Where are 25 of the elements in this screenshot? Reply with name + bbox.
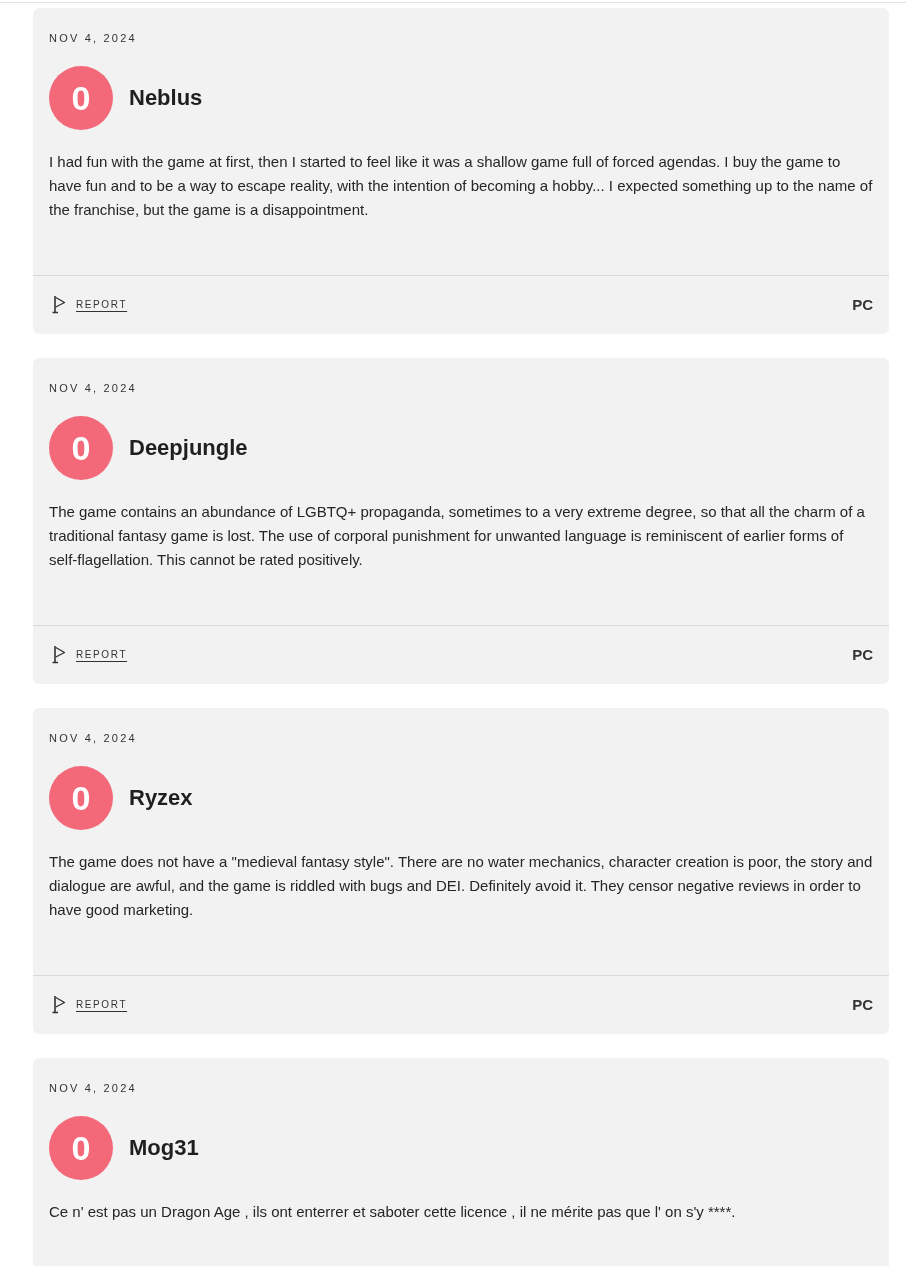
score-badge: 0 bbox=[49, 416, 113, 480]
reviewer-name[interactable]: Deepjungle bbox=[129, 435, 248, 461]
report-link[interactable]: REPORT bbox=[76, 649, 128, 660]
review-text: The game does not have a "medieval fantasy style". There are no water mechanics, character creation is poor, the story and dialogue are awful, and the game is riddled with bugs and DEI. Definitely avoid it. They censor negative reviews in order to have good marketing. bbox=[49, 852, 873, 920]
platform-label: PC bbox=[852, 996, 873, 1013]
flag-icon[interactable] bbox=[52, 295, 66, 314]
review-date: NOV 4, 2024 bbox=[49, 31, 137, 46]
review-text: I had fun with the game at first, then I started to feel like it was a shallow game full of forced agendas. I buy the game to have fun and to be a way to escape reality, with the intention of becoming a hobby... I expected something up to the name of the franchise, but the game is a disappointment. bbox=[49, 152, 873, 220]
review-date: NOV 4, 2024 bbox=[49, 381, 137, 396]
score-badge: 0 bbox=[49, 766, 113, 830]
review-date: NOV 4, 2024 bbox=[49, 731, 137, 746]
review-text: The game contains an abundance of LGBTQ+ propaganda, sometimes to a very extreme degree, so that all the charm of a traditional fantasy game is lost. The use of corporal punishment for unwanted language is reminiscent of earlier forms of self-flagellation. This cannot be rated positively. bbox=[49, 502, 866, 570]
reviewer-name[interactable]: Mog31 bbox=[129, 1135, 199, 1161]
review-text: Ce n' est pas un Dragon Age , ils ont enterrer et saboter cette licence , il ne mérite pas que l' on s'y ****. bbox=[49, 1202, 737, 1222]
report-link[interactable]: REPORT bbox=[76, 299, 128, 310]
platform-label: PC bbox=[852, 646, 873, 663]
score-badge: 0 bbox=[49, 1116, 113, 1180]
review-date: NOV 4, 2024 bbox=[49, 1081, 137, 1096]
flag-icon[interactable] bbox=[52, 995, 66, 1014]
flag-icon[interactable] bbox=[52, 645, 66, 664]
score-badge: 0 bbox=[49, 66, 113, 130]
platform-label: PC bbox=[852, 296, 873, 313]
reviewer-name[interactable]: Neblus bbox=[129, 85, 203, 111]
report-link[interactable]: REPORT bbox=[76, 999, 128, 1010]
reviewer-name[interactable]: Ryzex bbox=[129, 785, 193, 811]
